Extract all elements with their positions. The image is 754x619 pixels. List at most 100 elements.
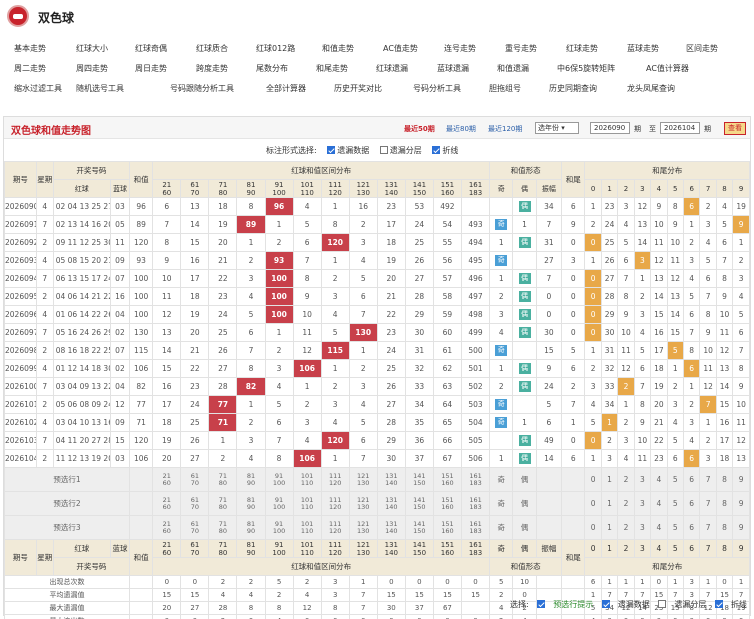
recent-120-link[interactable]: 最近120期 bbox=[488, 124, 522, 134]
nav-link[interactable]: AC值走势 bbox=[383, 43, 418, 54]
nav-link[interactable]: 和尾走势 bbox=[316, 63, 348, 74]
nav-link[interactable]: 周日走势 bbox=[135, 63, 167, 74]
nav-link[interactable]: 红球012路 bbox=[256, 43, 295, 54]
stats-digit: 0 bbox=[699, 614, 717, 619]
nav-link[interactable]: 龙头凤尾查询 bbox=[627, 83, 675, 94]
omit-cell: 57 bbox=[432, 269, 462, 288]
nav-link[interactable]: 历史开奖对比 bbox=[334, 83, 382, 94]
nav-link[interactable]: 蓝球遗漏 bbox=[437, 63, 469, 74]
omit-cell: 16 bbox=[715, 413, 734, 432]
nav-link[interactable]: 连号走势 bbox=[444, 43, 476, 54]
omit-cell: 2 bbox=[633, 287, 652, 306]
range-to[interactable]: 80 bbox=[210, 503, 236, 511]
range-to[interactable]: 120 bbox=[322, 479, 348, 487]
preselect-tail bbox=[561, 491, 586, 516]
range-to[interactable]: 130 bbox=[350, 527, 376, 535]
nav-link[interactable]: 号码分析工具 bbox=[413, 83, 461, 94]
omit-cell: 14 bbox=[715, 377, 734, 396]
query-button[interactable]: 查看 bbox=[724, 122, 746, 135]
nav-link[interactable]: 随机选号工具 bbox=[76, 83, 124, 94]
range-to[interactable]: 150 bbox=[406, 479, 432, 487]
nav-link[interactable]: 历史同期查询 bbox=[549, 83, 597, 94]
nav-link[interactable]: 尾数分布 bbox=[256, 63, 288, 74]
range-to[interactable]: 140 bbox=[378, 479, 404, 487]
range-to[interactable]: 140 bbox=[378, 527, 404, 535]
from-period-input[interactable]: 2026090 bbox=[590, 122, 630, 134]
option-polyline[interactable]: 折线 bbox=[714, 600, 747, 609]
checkbox-icon[interactable] bbox=[327, 146, 336, 154]
option-preselect-hint[interactable]: 预选行提示 bbox=[537, 600, 593, 609]
nav-link[interactable]: 和值走势 bbox=[322, 43, 354, 54]
nav-link[interactable]: 重号走势 bbox=[505, 43, 537, 54]
range-to[interactable]: 60 bbox=[154, 503, 180, 511]
omit-cell: 18 bbox=[180, 287, 210, 306]
range-to[interactable]: 60 bbox=[154, 479, 180, 487]
nav-link[interactable]: 红球奇偶 bbox=[135, 43, 167, 54]
nav-link[interactable]: 蓝球走势 bbox=[627, 43, 659, 54]
nav-link[interactable]: 周二走势 bbox=[14, 63, 46, 74]
checkbox-icon[interactable] bbox=[432, 146, 441, 154]
year-select[interactable]: 选年份 ▾ bbox=[535, 122, 579, 134]
range-to[interactable]: 110 bbox=[294, 503, 320, 511]
recent-80-link[interactable]: 最近80期 bbox=[446, 124, 476, 134]
range-to[interactable]: 120 bbox=[322, 527, 348, 535]
range-to[interactable]: 70 bbox=[182, 479, 208, 487]
range-to[interactable]: 70 bbox=[182, 503, 208, 511]
checkbox-icon[interactable] bbox=[714, 600, 723, 608]
range-to[interactable]: 140 bbox=[378, 503, 404, 511]
range-to[interactable]: 110 bbox=[294, 527, 320, 535]
range-to[interactable]: 183 bbox=[462, 479, 488, 487]
range-to[interactable]: 110 bbox=[294, 479, 320, 487]
nav-link[interactable]: 周四走势 bbox=[76, 63, 108, 74]
range-to[interactable]: 160 bbox=[434, 479, 460, 487]
checkbox-icon[interactable] bbox=[658, 600, 667, 608]
nav-link[interactable]: 全部计算器 bbox=[266, 83, 306, 94]
nav-link[interactable]: 区间走势 bbox=[686, 43, 718, 54]
option-missing-data[interactable]: 遗漏数据 bbox=[327, 146, 369, 155]
range-to[interactable]: 60 bbox=[154, 527, 180, 535]
range-to[interactable]: 90 bbox=[238, 479, 264, 487]
range-to[interactable]: 90 bbox=[238, 503, 264, 511]
range-to[interactable]: 183 bbox=[462, 527, 488, 535]
nav-link[interactable]: 红球遗漏 bbox=[376, 63, 408, 74]
preselect-digit: 8 bbox=[715, 515, 734, 540]
range-to[interactable]: 160 bbox=[434, 527, 460, 535]
option-missing-layer[interactable]: 遗漏分层 bbox=[658, 600, 706, 609]
range-to[interactable]: 100 bbox=[266, 503, 292, 511]
omit-cell: 1 bbox=[584, 449, 602, 468]
nav-link[interactable]: AC值计算器 bbox=[646, 63, 689, 74]
nav-link[interactable]: 红球走势 bbox=[566, 43, 598, 54]
nav-link[interactable]: 和值遗漏 bbox=[497, 63, 529, 74]
stats-label: 最大遗漏值 bbox=[4, 601, 130, 615]
option-missing-data[interactable]: 遗漏数据 bbox=[601, 600, 650, 609]
checkbox-icon[interactable] bbox=[601, 600, 610, 608]
range-to[interactable]: 100 bbox=[266, 479, 292, 487]
range-to[interactable]: 70 bbox=[182, 527, 208, 535]
checkbox-icon[interactable] bbox=[537, 600, 546, 608]
range-to[interactable]: 160 bbox=[434, 503, 460, 511]
option-missing-layer[interactable]: 遗漏分层 bbox=[379, 146, 422, 155]
range-to[interactable]: 80 bbox=[210, 479, 236, 487]
nav-link[interactable]: 红球质合 bbox=[196, 43, 228, 54]
range-to[interactable]: 130 bbox=[350, 479, 376, 487]
nav-link[interactable]: 基本走势 bbox=[14, 43, 46, 54]
checkbox-icon[interactable] bbox=[379, 146, 388, 154]
range-to[interactable]: 120 bbox=[322, 503, 348, 511]
option-polyline[interactable]: 折线 bbox=[432, 146, 458, 155]
range-to[interactable]: 130 bbox=[350, 503, 376, 511]
nav-link[interactable]: 号码跟随分析工具 bbox=[170, 83, 234, 94]
range-to[interactable]: 150 bbox=[406, 503, 432, 511]
recent-50-link[interactable]: 最近50期 bbox=[404, 124, 435, 134]
preselect-digit: 8 bbox=[715, 467, 734, 492]
range-to[interactable]: 80 bbox=[210, 527, 236, 535]
to-period-input[interactable]: 2026104 bbox=[660, 122, 700, 134]
range-to[interactable]: 90 bbox=[238, 527, 264, 535]
range-to[interactable]: 150 bbox=[406, 527, 432, 535]
range-to[interactable]: 100 bbox=[266, 527, 292, 535]
nav-link[interactable]: 中6保5旋转矩阵 bbox=[557, 63, 615, 74]
nav-link[interactable]: 缩水过滤工具 bbox=[14, 83, 62, 94]
range-to[interactable]: 183 bbox=[462, 503, 488, 511]
nav-link[interactable]: 胆拖组号 bbox=[489, 83, 521, 94]
nav-link[interactable]: 红球大小 bbox=[76, 43, 108, 54]
nav-link[interactable]: 跨度走势 bbox=[196, 63, 228, 74]
